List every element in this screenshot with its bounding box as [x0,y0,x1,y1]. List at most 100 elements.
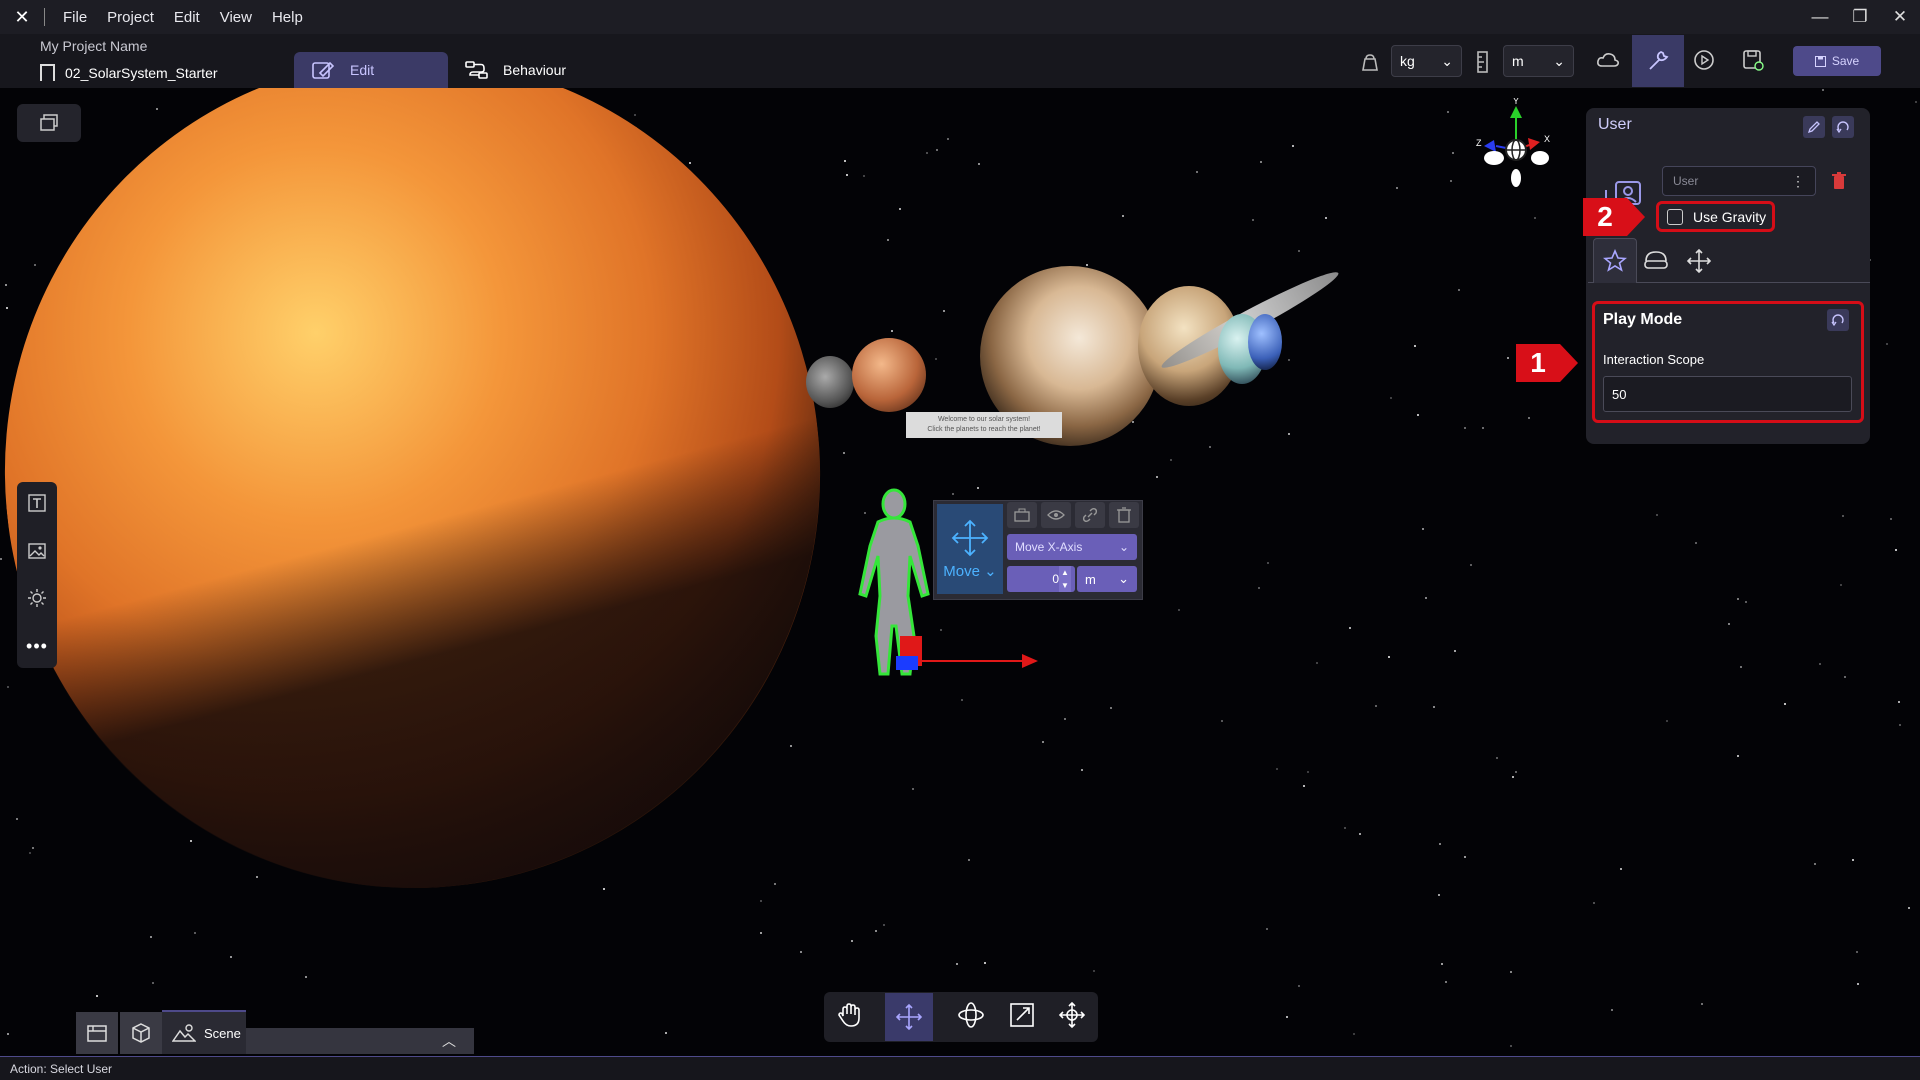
reset-icon [1836,121,1849,134]
scene-name[interactable]: 02_SolarSystem_Starter [40,64,218,81]
rename-button[interactable] [1803,116,1825,138]
menu-help[interactable]: Help [262,9,313,26]
star [1450,180,1452,182]
star [899,208,901,210]
mass-unit-select[interactable]: kg ⌄ [1391,45,1462,77]
move-tool-button[interactable] [885,993,934,1041]
star [1510,971,1512,973]
star [1740,666,1742,668]
planet-neptune[interactable] [1248,314,1282,370]
tab-edit[interactable]: Edit [294,52,448,88]
star [1507,357,1509,359]
kebab-menu-icon[interactable]: ⋮ [1791,173,1805,190]
object-name-input[interactable]: User ⋮ [1662,166,1816,196]
star [665,1032,667,1034]
star [887,239,889,241]
bottom-panel-bar[interactable]: ︿ [246,1028,474,1054]
star [1110,707,1112,709]
star [1898,701,1900,703]
window-controls: — ❐ ✕ [1800,0,1920,34]
tools-button[interactable] [1632,35,1684,87]
use-gravity-checkbox[interactable]: Use Gravity [1656,201,1775,232]
trash-icon[interactable] [1109,502,1139,528]
orientation-gizmo[interactable]: Y X Z [1466,98,1562,198]
star [1438,894,1440,896]
move-unit-select[interactable]: m ⌄ [1077,566,1137,592]
menu-view[interactable]: View [210,9,262,26]
callout-1: 1 [1516,344,1578,382]
star [1842,515,1844,517]
star [34,264,36,266]
star [150,936,152,938]
star [1737,598,1739,600]
stepper-arrows-icon[interactable]: ▲ ▼ [1059,566,1071,592]
welcome-sign: Welcome to our solar system! Click the p… [906,412,1062,438]
vr-headset-icon [1644,251,1668,269]
planet-venus[interactable] [852,338,926,412]
left-toolbar: ••• [17,482,57,668]
delete-object-button[interactable] [1826,168,1852,194]
visibility-eye-icon[interactable] [1041,502,1071,528]
star [1447,111,1449,113]
cloud-icon[interactable] [1588,40,1628,80]
reset-button[interactable] [1832,116,1854,138]
image-tool-icon[interactable] [27,541,47,566]
save-button[interactable]: Save [1793,46,1881,76]
text-tool-icon[interactable] [27,493,47,518]
star [1822,89,1824,91]
transform-tool-icon[interactable] [1058,1001,1086,1034]
menu-edit[interactable]: Edit [164,9,210,26]
close-icon[interactable]: ✕ [1880,7,1920,27]
star [7,686,9,688]
planet-mercury[interactable] [806,356,854,408]
project-name: My Project Name [40,38,148,54]
star [1482,427,1484,429]
play-button[interactable] [1684,40,1724,80]
menu-project[interactable]: Project [97,9,164,26]
move-mode-select[interactable]: Move ⌄ [937,504,1003,594]
assets-tab[interactable] [76,1012,118,1054]
star [1784,703,1786,705]
objects-tab[interactable] [120,1012,162,1054]
light-tool-icon[interactable] [27,588,47,613]
restore-icon[interactable]: ❐ [1840,7,1880,27]
viewport-layers-button[interactable] [17,104,81,142]
minimize-icon[interactable]: — [1800,7,1840,27]
move-axis-select[interactable]: Move X-Axis ⌄ [1007,534,1137,560]
star [1081,769,1083,771]
tab-play-mode[interactable] [1593,238,1637,283]
move-unit-value: m [1085,571,1096,587]
interaction-scope-input[interactable]: 50 [1603,376,1852,412]
app-logo-icon: ✕ [14,6,30,27]
star [1266,928,1268,930]
star [1425,597,1427,599]
star [1209,446,1211,448]
link-icon[interactable] [1075,502,1105,528]
hand-pan-icon[interactable] [836,1002,862,1033]
scene-tab[interactable]: Scene [162,1010,246,1054]
star [1908,907,1910,909]
chevron-up-icon[interactable]: ︿ [442,1031,456,1051]
star [190,840,192,842]
star-icon [1603,249,1627,272]
star [1064,718,1066,720]
tab-transform[interactable] [1686,248,1712,279]
rotate-tool-icon[interactable] [957,1001,985,1034]
mass-unit-value: kg [1400,53,1415,69]
tab-behaviour-label: Behaviour [503,62,567,78]
star [152,982,154,984]
star [1298,250,1300,252]
length-unit-select[interactable]: m ⌄ [1503,45,1574,77]
menu-file[interactable]: File [53,9,97,26]
publish-button[interactable] [1733,40,1773,80]
more-icon[interactable]: ••• [26,636,48,657]
gravity-checkbox-box[interactable] [1667,208,1683,225]
play-mode-reset-button[interactable] [1827,309,1849,331]
star [1496,757,1498,759]
tab-vr-headset[interactable] [1643,248,1669,277]
star [1439,843,1441,845]
tab-behaviour[interactable]: Behaviour [465,52,566,88]
move-arrows-icon [951,519,989,557]
scale-tool-icon[interactable] [1009,1002,1035,1033]
camera-focus-icon[interactable] [1007,502,1037,528]
